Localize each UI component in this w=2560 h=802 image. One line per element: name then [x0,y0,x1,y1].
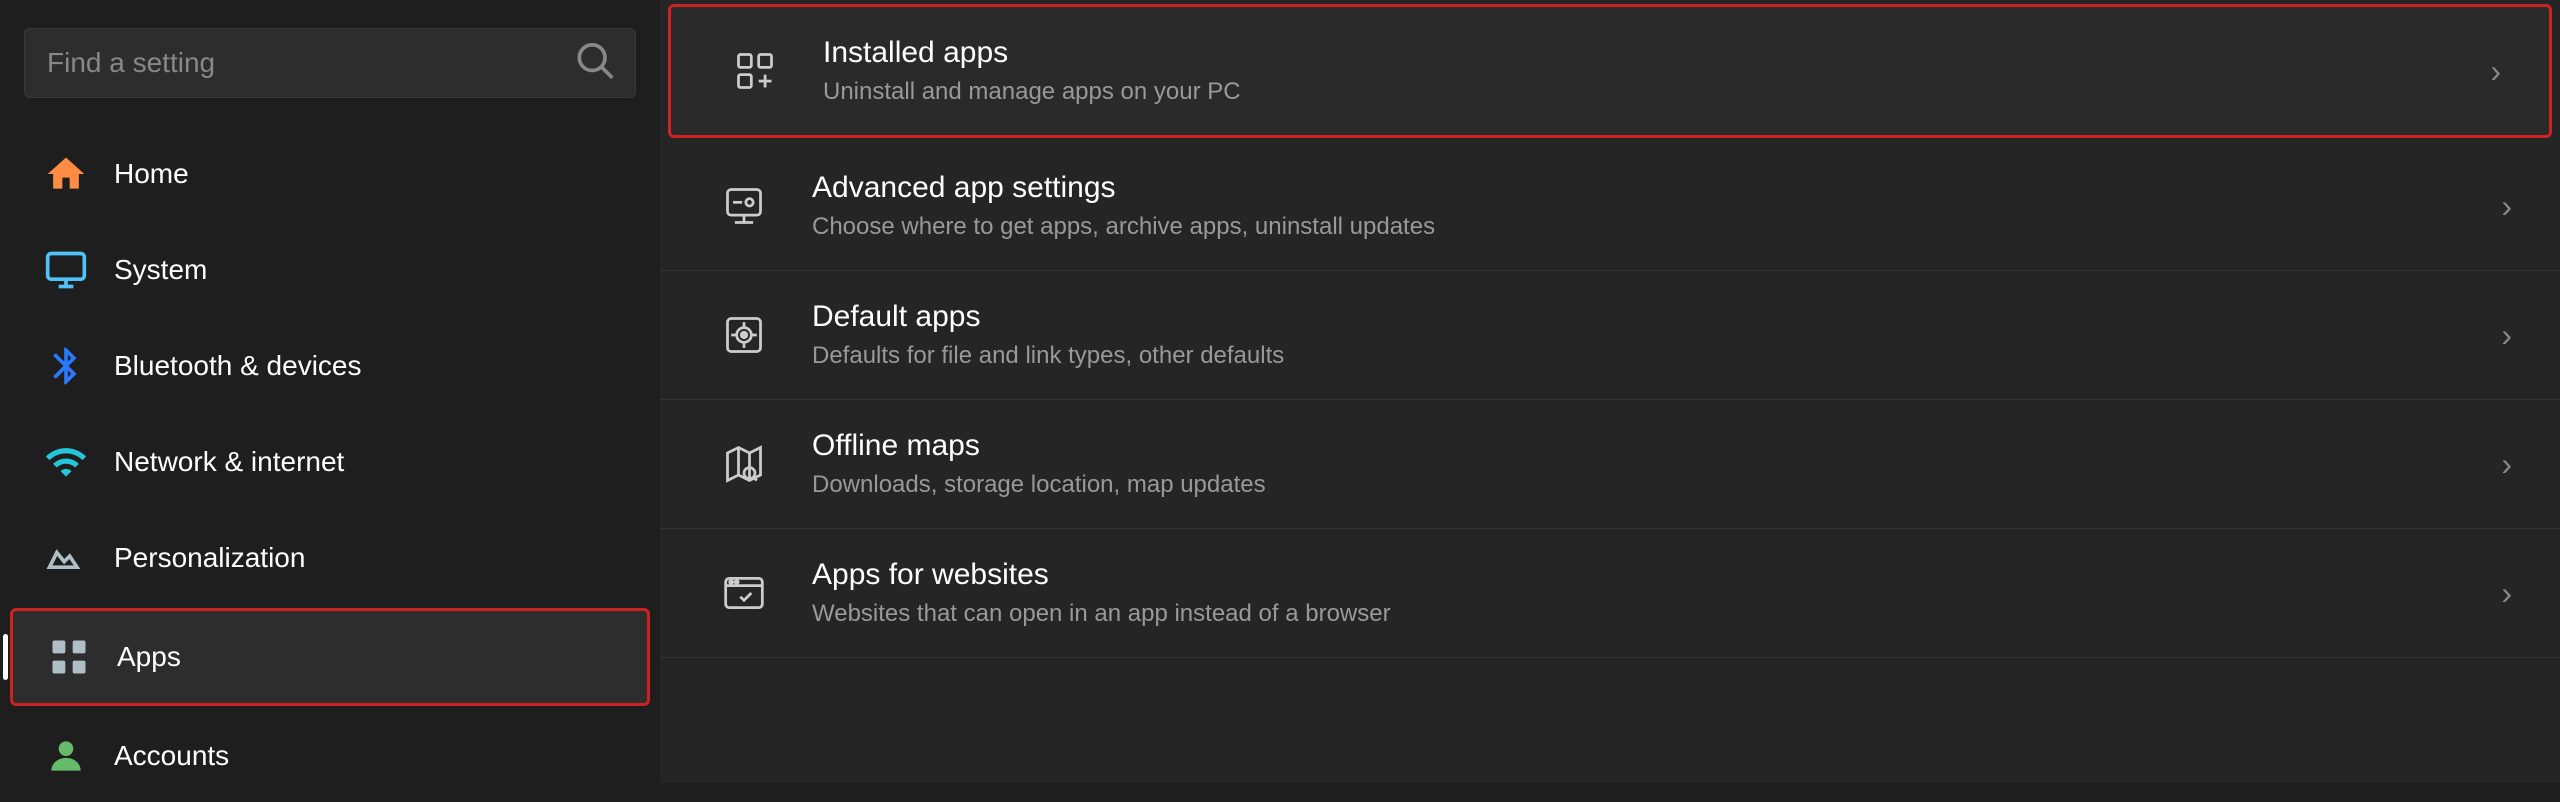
sidebar-item-home-label: Home [114,158,189,190]
installed-apps-text: Installed apps Uninstall and manage apps… [823,36,2466,106]
main-content: Installed apps Uninstall and manage apps… [660,0,2560,783]
installed-apps-title: Installed apps [823,36,2466,70]
apps-for-websites-title: Apps for websites [812,558,2477,592]
offline-maps-desc: Downloads, storage location, map updates [812,471,2477,499]
default-apps-icon [708,299,780,371]
offline-maps-title: Offline maps [812,429,2477,463]
sidebar-item-bluetooth-label: Bluetooth & devices [114,350,362,382]
sidebar-item-accounts[interactable]: Accounts [10,710,650,802]
settings-item-default-apps[interactable]: Default apps Defaults for file and link … [660,271,2560,400]
installed-apps-chevron: › [2490,53,2501,90]
settings-item-installed-apps[interactable]: Installed apps Uninstall and manage apps… [668,4,2552,138]
advanced-app-settings-text: Advanced app settings Choose where to ge… [812,171,2477,241]
sidebar-item-apps-label: Apps [117,641,181,673]
sidebar-item-apps[interactable]: Apps [10,608,650,706]
sidebar-item-network[interactable]: Network & internet [10,416,650,508]
search-container [0,0,660,126]
installed-apps-desc: Uninstall and manage apps on your PC [823,78,2466,106]
advanced-app-settings-desc: Choose where to get apps, archive apps, … [812,213,2477,241]
sidebar-item-system[interactable]: System [10,224,650,316]
personalization-icon [42,534,90,582]
apps-for-websites-desc: Websites that can open in an app instead… [812,600,2477,628]
home-icon [42,150,90,198]
default-apps-chevron: › [2501,317,2512,354]
apps-for-websites-chevron: › [2501,575,2512,612]
installed-apps-icon [719,35,791,107]
accounts-icon [42,732,90,780]
advanced-app-settings-title: Advanced app settings [812,171,2477,205]
apps-for-websites-text: Apps for websites Websites that can open… [812,558,2477,628]
settings-list: Installed apps Uninstall and manage apps… [660,0,2560,658]
apps-for-websites-icon [708,557,780,629]
default-apps-desc: Defaults for file and link types, other … [812,342,2477,370]
offline-maps-icon [708,428,780,500]
default-apps-text: Default apps Defaults for file and link … [812,300,2477,370]
apps-icon [45,633,93,681]
bluetooth-icon [42,342,90,390]
advanced-app-settings-icon [708,170,780,242]
network-icon [42,438,90,486]
search-icon [572,38,616,89]
settings-item-offline-maps[interactable]: Offline maps Downloads, storage location… [660,400,2560,529]
offline-maps-text: Offline maps Downloads, storage location… [812,429,2477,499]
default-apps-title: Default apps [812,300,2477,334]
system-icon [42,246,90,294]
sidebar-item-home[interactable]: Home [10,128,650,220]
sidebar-item-personalization-label: Personalization [114,542,305,574]
advanced-app-settings-chevron: › [2501,188,2512,225]
offline-maps-chevron: › [2501,446,2512,483]
sidebar: Home System Bluetooth & devices Network … [0,0,660,783]
sidebar-item-system-label: System [114,254,207,286]
settings-item-advanced-app-settings[interactable]: Advanced app settings Choose where to ge… [660,142,2560,271]
sidebar-item-personalization[interactable]: Personalization [10,512,650,604]
search-input[interactable] [24,28,636,98]
settings-item-apps-for-websites[interactable]: Apps for websites Websites that can open… [660,529,2560,658]
sidebar-item-network-label: Network & internet [114,446,344,478]
sidebar-item-bluetooth[interactable]: Bluetooth & devices [10,320,650,412]
sidebar-item-accounts-label: Accounts [114,740,229,772]
